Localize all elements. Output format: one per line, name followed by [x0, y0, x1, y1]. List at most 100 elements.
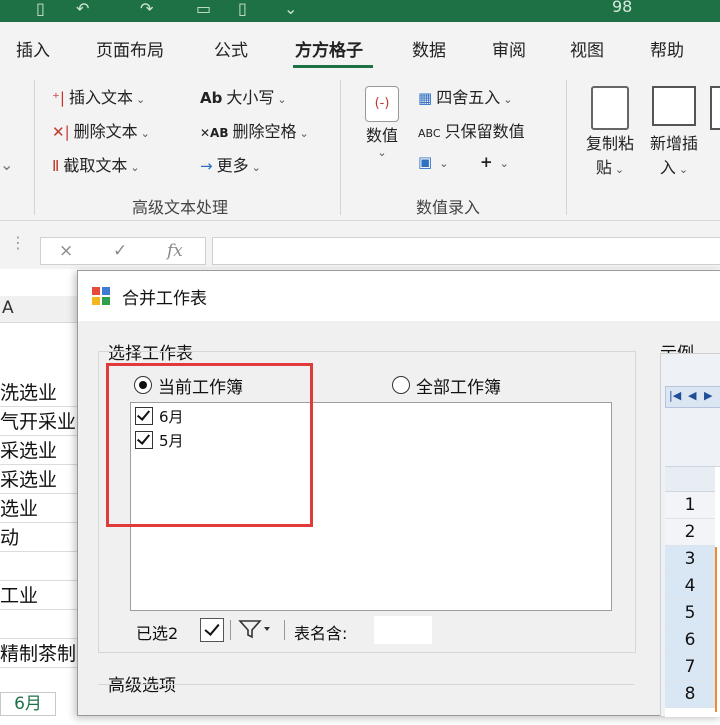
insert-text-icon: ⁺| [52, 89, 65, 107]
plus-icon: + [480, 153, 493, 171]
example-selection-border [715, 547, 720, 712]
numeric-label: 数值 [365, 126, 398, 145]
toolbar-divider [230, 620, 231, 640]
delete-text-label: 删除文本 [73, 122, 138, 141]
edit-dropdown-button[interactable]: ▣ ⌄ [418, 152, 448, 171]
select-all-button[interactable] [200, 618, 224, 642]
example-row-header: 3 [665, 546, 715, 573]
keep-numbers-button[interactable]: ABC 只保留数值 [418, 118, 525, 142]
extract-text-icon: Ⅱ [52, 157, 60, 175]
case-label: 大小写 [226, 88, 275, 107]
delete-space-button[interactable]: ✕AB 删除空格 ⌄ [200, 118, 309, 142]
save-icon[interactable]: ▯ [36, 0, 45, 18]
redo-icon[interactable]: ↷ [140, 0, 153, 18]
radio-all-workbooks-label[interactable]: 全部工作簿 [416, 373, 501, 398]
radio-all-workbooks[interactable] [392, 376, 410, 394]
print-icon[interactable]: ▭ [196, 0, 211, 18]
example-row-header: 5 [665, 600, 715, 627]
sheet-navigation[interactable]: |◀ ◀ ▶ [665, 386, 720, 408]
tab-page-layout[interactable]: 页面布局 [96, 36, 164, 61]
sheet-name-filter-input[interactable] [374, 616, 432, 644]
sheet-tab[interactable]: 6月 [0, 692, 56, 716]
delete-text-icon: ✕| [52, 123, 70, 141]
copy-paste-button[interactable]: 复制粘 贴 ⌄ [580, 86, 640, 178]
example-row-header: 1 [665, 492, 715, 519]
formula-bar: ⋮ × ✓ fx [0, 221, 720, 269]
tab-formulas[interactable]: 公式 [214, 36, 248, 61]
new-insert-button[interactable]: 新增插 入 ⌄ [644, 86, 704, 178]
collapse-caret-icon[interactable]: ⌄ [0, 155, 13, 174]
formula-input[interactable] [212, 237, 720, 265]
case-button[interactable]: Ab 大小写 ⌄ [200, 84, 287, 108]
ribbon-separator [340, 80, 341, 215]
case-icon: Ab [200, 89, 223, 107]
undo-icon[interactable]: ↶ [76, 0, 89, 18]
delete-text-button[interactable]: ✕| 删除文本 ⌄ [52, 118, 150, 142]
dialog-title: 合并工作表 [122, 289, 207, 309]
cell[interactable]: 采选业 [0, 465, 80, 494]
edit-icon: ▣ [418, 153, 433, 171]
cell[interactable]: 精制茶制 [0, 639, 80, 668]
cell[interactable] [0, 552, 80, 581]
cell[interactable]: 动 [0, 523, 80, 552]
insert-table-icon [652, 86, 696, 126]
number-group-label: 数值录入 [416, 198, 481, 217]
more-label: 更多 [216, 156, 249, 175]
sheet-name-filter-label: 表名含: [294, 624, 348, 643]
title-text: 98 [612, 0, 633, 16]
delete-space-label: 删除空格 [232, 122, 297, 141]
add-dropdown-button[interactable]: + ⌄ [480, 152, 509, 171]
cancel-icon[interactable]: × [59, 241, 73, 261]
file-icon[interactable]: ▯ [238, 0, 247, 18]
tab-view[interactable]: 视图 [570, 36, 604, 61]
cell[interactable] [0, 610, 80, 639]
prev-sheet-icon[interactable]: ◀ [688, 389, 696, 402]
ribbon: ⌄ ⁺| 插入文本 ⌄ ✕| 删除文本 ⌄ Ⅱ 截取文本 ⌄ Ab 大小写 ⌄ ✕AB 删除空格 ⌄… [0, 70, 720, 221]
tab-fangfanggezi[interactable]: 方方格子 [295, 36, 363, 61]
cell[interactable]: 采选业 [0, 436, 80, 465]
app-icon [92, 287, 110, 305]
cell[interactable]: 工业 [0, 581, 80, 610]
keep-numbers-icon: ABC [418, 127, 441, 140]
copy-paste-label: 复制粘 [585, 134, 634, 153]
copy-paste-label-2: 贴 [595, 158, 612, 177]
clipped-ribbon-icon[interactable] [710, 86, 720, 130]
arrow-right-icon: → [200, 157, 213, 175]
tab-insert[interactable]: 插入 [16, 36, 50, 61]
next-sheet-icon[interactable]: ▶ [704, 389, 712, 402]
tab-help[interactable]: 帮助 [650, 36, 684, 61]
example-row-header: 2 [665, 519, 715, 546]
numeric-button[interactable]: (-) 数值 ⌄ [362, 86, 402, 159]
tab-review[interactable]: 审阅 [492, 36, 526, 61]
round-button[interactable]: ▦ 四舍五入 ⌄ [418, 84, 512, 108]
text-group-label: 高级文本处理 [132, 198, 229, 217]
ribbon-separator [566, 80, 567, 215]
new-insert-label: 新增插 [649, 134, 698, 153]
insert-text-button[interactable]: ⁺| 插入文本 ⌄ [52, 84, 145, 108]
cell[interactable]: 选业 [0, 494, 80, 523]
more-dots-icon[interactable]: ⋮ [10, 233, 26, 252]
first-sheet-icon[interactable]: |◀ [669, 389, 681, 402]
active-tab-indicator [293, 65, 373, 68]
toolbar-divider [284, 620, 285, 640]
advanced-options-group [98, 684, 634, 725]
keep-numbers-label: 只保留数值 [444, 122, 525, 141]
dialog-titlebar: 合并工作表 [78, 271, 720, 321]
example-preview: |◀ ◀ ▶ 1 2 3 4 5 6 7 8 [660, 353, 720, 717]
new-insert-label-2: 入 [659, 158, 676, 177]
cell[interactable]: 洗选业 [0, 378, 80, 407]
round-icon: ▦ [418, 89, 433, 107]
cell[interactable]: 气开采业 [0, 407, 80, 436]
extract-text-button[interactable]: Ⅱ 截取文本 ⌄ [52, 152, 140, 176]
column-header[interactable]: A [0, 296, 80, 323]
function-icon[interactable]: fx [167, 241, 183, 261]
customize-dropdown-icon[interactable]: ⌄ [284, 0, 297, 18]
more-button[interactable]: → 更多 ⌄ [200, 152, 261, 176]
red-highlight-box [106, 363, 313, 527]
filter-icon[interactable] [238, 618, 274, 640]
confirm-icon[interactable]: ✓ [113, 241, 127, 261]
insert-text-label: 插入文本 [68, 88, 133, 107]
example-row-header: 6 [665, 627, 715, 654]
tab-data[interactable]: 数据 [412, 36, 446, 61]
example-row-header: 8 [665, 681, 715, 708]
